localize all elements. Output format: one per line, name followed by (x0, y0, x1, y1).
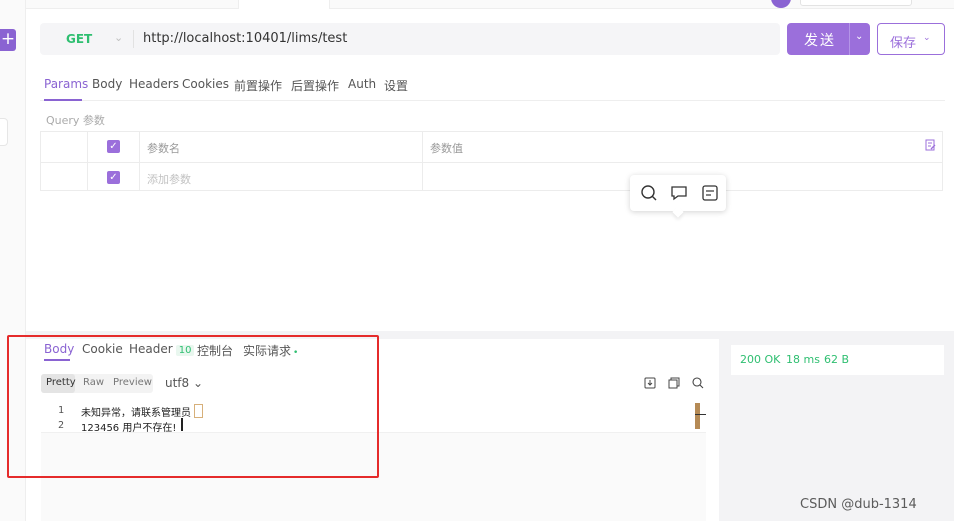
format-toggle: Pretty Raw Preview (41, 374, 153, 393)
response-body-editor[interactable]: 1 未知异常，请联系管理员 2 123456 用户不存在! (41, 403, 706, 521)
header-count-badge: 10 (175, 345, 195, 356)
column-header-name: 参数名 (147, 142, 180, 155)
add-tab-button[interactable]: + (0, 29, 16, 51)
code-line: 123456 用户不存在! (81, 423, 177, 434)
column-divider (87, 132, 88, 190)
divider (133, 30, 134, 48)
comment-icon[interactable] (670, 184, 688, 202)
response-panel: Body Cookie Header 10 控制台 实际请求 • Pretty Ra… (26, 339, 719, 521)
http-method-select[interactable]: GET (66, 32, 92, 46)
format-raw-button[interactable]: Raw (83, 377, 104, 388)
tab-actual-request[interactable]: 实际请求 • (243, 342, 298, 359)
chevron-down-icon: ⌄ (923, 33, 931, 43)
watermark: CSDN @dub-1314 (800, 497, 917, 512)
tab-actual-request-label: 实际请求 (243, 344, 292, 358)
response-size: 62 B (824, 353, 850, 366)
tab-auth[interactable]: Auth (348, 77, 376, 91)
floating-toolbar (630, 175, 726, 218)
active-tab-indicator (44, 359, 70, 361)
send-button-label: 发送 (804, 33, 836, 49)
tab-cookies[interactable]: Cookies (182, 77, 229, 91)
chevron-down-icon[interactable]: ⌄ (114, 31, 123, 44)
active-tab[interactable] (238, 0, 330, 9)
divider (849, 23, 850, 55)
search-icon[interactable] (640, 184, 658, 202)
search-icon[interactable] (692, 377, 704, 389)
send-options-chevron-icon[interactable]: ⌄ (855, 31, 863, 42)
url-input[interactable]: http://localhost:10401/lims/test (143, 31, 347, 46)
params-table: ✓ 参数名 参数值 ✓ 添加参数 (40, 131, 943, 191)
url-bar: GET ⌄ http://localhost:10401/lims/test (40, 23, 780, 55)
tab-headers[interactable]: Headers (129, 77, 179, 91)
encoding-select[interactable]: utf8 ⌄ (165, 376, 203, 390)
request-tabs: Params Body Headers Cookies 前置操作 后置操作 Au… (40, 72, 945, 101)
cursor-position-marker (695, 414, 706, 415)
tab-response-header-label: Header (129, 342, 173, 356)
tab-response-cookie[interactable]: Cookie (82, 342, 123, 356)
save-button[interactable]: 保存 ⌄ (877, 23, 945, 55)
response-status-panel: 200 OK 18 ms 62 B (719, 331, 954, 521)
download-icon[interactable] (644, 377, 656, 389)
status-dot: • (293, 348, 299, 358)
sidebar-collapse-handle[interactable] (0, 118, 8, 146)
select-all-checkbox[interactable]: ✓ (107, 140, 120, 153)
row-checkbox[interactable]: ✓ (107, 171, 120, 184)
left-sidebar: + (0, 0, 26, 521)
tab-body[interactable]: Body (92, 77, 122, 91)
send-button[interactable]: 发送 ⌄ (787, 23, 870, 55)
format-pretty-button[interactable]: Pretty (41, 374, 76, 393)
save-button-label: 保存 (890, 36, 917, 51)
tab-console[interactable]: 控制台 (197, 342, 233, 359)
tab-post-operations[interactable]: 后置操作 (291, 77, 339, 94)
avatar[interactable] (771, 0, 791, 8)
tab-settings[interactable]: 设置 (384, 77, 408, 94)
active-tab-indicator (44, 99, 82, 101)
editor-scrollbar-marker[interactable] (695, 403, 700, 429)
status-code: 200 OK (740, 353, 781, 366)
top-search-input[interactable] (800, 0, 912, 6)
table-row: ✓ 添加参数 (41, 162, 942, 191)
code-line: 未知异常，请联系管理员 (81, 408, 191, 419)
tooltip-arrow (672, 206, 684, 218)
bracket-match-marker (194, 404, 203, 418)
tab-pre-operations[interactable]: 前置操作 (234, 77, 282, 94)
tab-bar (26, 0, 954, 9)
note-icon[interactable] (701, 184, 719, 202)
param-name-input[interactable]: 添加参数 (147, 171, 191, 187)
line-number: 1 (58, 405, 65, 416)
bulk-edit-icon[interactable] (925, 139, 936, 154)
query-params-title: Query 参数 (46, 114, 105, 127)
column-divider (422, 132, 423, 190)
copy-icon[interactable] (668, 377, 680, 389)
response-time: 18 ms (786, 353, 820, 366)
line-number: 2 (58, 420, 65, 431)
tab-params[interactable]: Params (44, 77, 88, 91)
column-divider (139, 132, 140, 190)
status-card: 200 OK 18 ms 62 B (731, 345, 944, 375)
table-header-row: ✓ 参数名 参数值 (41, 132, 942, 161)
tab-response-body[interactable]: Body (44, 342, 74, 356)
text-cursor (181, 418, 183, 431)
tab-response-header[interactable]: Header 10 (129, 342, 195, 356)
column-header-value: 参数值 (430, 142, 463, 155)
format-preview-button[interactable]: Preview (113, 377, 152, 388)
